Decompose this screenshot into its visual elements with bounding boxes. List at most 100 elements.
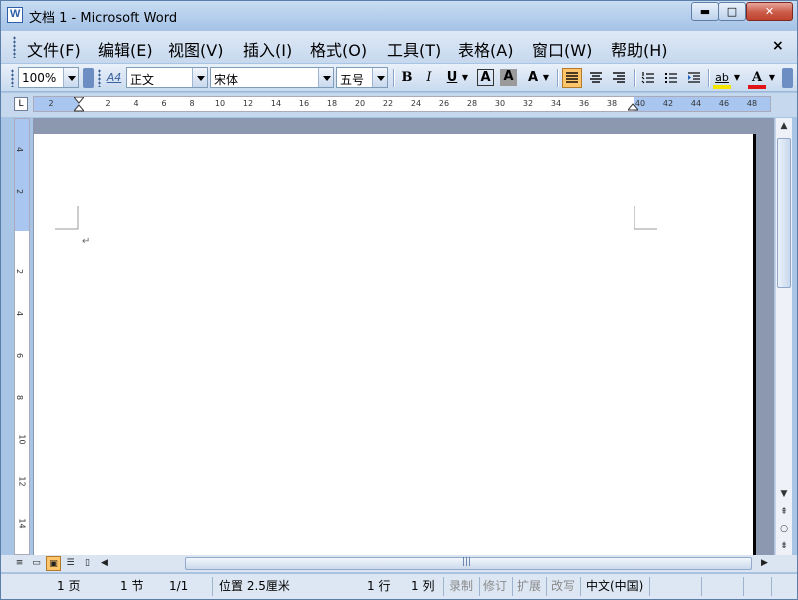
indent-markers-icon[interactable] bbox=[74, 97, 84, 115]
vertical-scrollbar[interactable]: ▲ ▼ ⇞ ○ ⇟ bbox=[775, 118, 792, 555]
status-language: 中文(中国) bbox=[586, 579, 644, 593]
h-ruler-tick-label: 38 bbox=[606, 99, 618, 108]
status-page-count: 1/1 bbox=[169, 579, 189, 593]
reading-layout-view-button[interactable]: ▯ bbox=[80, 556, 95, 571]
font-size-combo[interactable]: 五号 bbox=[336, 67, 388, 88]
h-ruler-tick-label: 8 bbox=[189, 99, 195, 108]
style-dropdown-arrow-icon[interactable] bbox=[192, 68, 207, 87]
close-document-icon[interactable]: × bbox=[772, 38, 784, 54]
minimize-button[interactable]: ▬ bbox=[691, 2, 719, 21]
horizontal-ruler[interactable]: 2 2 4 6 8 10 12 14 16 18 20 22 24 26 28 30 32 34 36 38 40 42 4… bbox=[33, 96, 771, 112]
toolbar-grip[interactable] bbox=[11, 69, 14, 87]
select-browse-object-button[interactable]: ○ bbox=[776, 521, 792, 537]
status-line: 1 行 bbox=[367, 579, 391, 593]
underline-dropdown-arrow-icon[interactable]: ▼ bbox=[460, 68, 470, 88]
toolbar-options-chevron-icon-2[interactable] bbox=[782, 68, 793, 88]
numbering-button[interactable] bbox=[638, 68, 658, 88]
status-track-changes[interactable]: 修订 bbox=[483, 577, 507, 596]
zoom-combo[interactable]: 100% bbox=[18, 67, 79, 88]
right-align-button[interactable] bbox=[609, 68, 629, 88]
left-margin-zone bbox=[34, 97, 79, 111]
next-page-button[interactable]: ⇟ bbox=[776, 538, 792, 554]
menu-help[interactable]: 帮助(H) bbox=[611, 37, 668, 61]
normal-view-button[interactable]: ≡ bbox=[12, 556, 27, 571]
h-ruler-tick-label: 46 bbox=[718, 99, 730, 108]
character-scaling-button[interactable]: A bbox=[523, 68, 543, 88]
h-ruler-tick-label: 16 bbox=[298, 99, 310, 108]
scroll-down-button[interactable]: ▼ bbox=[776, 486, 792, 502]
vertical-scroll-thumb[interactable] bbox=[777, 138, 791, 288]
status-record[interactable]: 录制 bbox=[449, 577, 473, 596]
menu-table[interactable]: 表格(A) bbox=[458, 37, 513, 61]
close-button[interactable]: ✕ bbox=[746, 2, 793, 21]
toolbar-grip-2[interactable] bbox=[98, 69, 101, 87]
status-separator bbox=[701, 577, 702, 596]
underline-button[interactable]: U bbox=[442, 68, 462, 88]
title-bar[interactable]: 文档 1 - Microsoft Word ▬ □ ✕ bbox=[1, 1, 797, 30]
styles-pane-icon[interactable]: A4 bbox=[104, 68, 124, 88]
h-ruler-tick-label: 34 bbox=[550, 99, 562, 108]
status-separator bbox=[479, 577, 480, 596]
justify-button[interactable] bbox=[562, 68, 582, 88]
status-section: 1 节 bbox=[120, 579, 144, 593]
horizontal-scroll-row: ≡ ▭ ▣ ☰ ▯ ◀ ||| ▶ bbox=[1, 555, 797, 572]
tab-selector-button[interactable]: L bbox=[14, 97, 28, 111]
character-shading-button[interactable]: A bbox=[500, 69, 517, 86]
word-app-icon[interactable] bbox=[7, 7, 23, 23]
zoom-dropdown-arrow-icon[interactable] bbox=[63, 68, 78, 87]
h-ruler-tick-label: 26 bbox=[438, 99, 450, 108]
top-right-margin-corner-icon bbox=[634, 206, 657, 230]
toolbar-options-chevron-icon[interactable] bbox=[83, 68, 94, 88]
previous-page-button[interactable]: ⇞ bbox=[776, 504, 792, 520]
status-separator bbox=[771, 577, 772, 596]
bold-button[interactable]: B bbox=[397, 68, 417, 88]
menu-format[interactable]: 格式(O) bbox=[310, 37, 367, 61]
italic-button[interactable]: I bbox=[419, 68, 439, 88]
menu-edit[interactable]: 编辑(E) bbox=[98, 37, 153, 61]
toolbar-separator bbox=[708, 69, 709, 87]
font-size-value: 五号 bbox=[340, 73, 365, 87]
menu-file[interactable]: 文件(F) bbox=[27, 37, 81, 61]
h-ruler-tick-label: 22 bbox=[382, 99, 394, 108]
vertical-ruler[interactable]: 4 2 2 4 6 8 10 12 14 bbox=[14, 118, 30, 555]
menu-tools[interactable]: 工具(T) bbox=[387, 37, 441, 61]
web-layout-view-button[interactable]: ▭ bbox=[29, 556, 44, 571]
menu-bar: 文件(F) 编辑(E) 视图(V) 插入(I) 格式(O) 工具(T) 表格(A… bbox=[1, 31, 797, 63]
scroll-right-button[interactable]: ▶ bbox=[757, 556, 772, 571]
highlight-dropdown-arrow-icon[interactable]: ▼ bbox=[732, 68, 742, 88]
scroll-up-button[interactable]: ▲ bbox=[776, 118, 792, 134]
font-color-dropdown-arrow-icon[interactable]: ▼ bbox=[767, 68, 777, 88]
bullets-button[interactable] bbox=[661, 68, 681, 88]
h-ruler-tick-label: 6 bbox=[161, 99, 167, 108]
style-combo[interactable]: 正文 bbox=[126, 67, 208, 88]
character-border-button[interactable]: A bbox=[477, 69, 494, 86]
indent-button[interactable] bbox=[684, 68, 704, 88]
font-color-swatch bbox=[748, 85, 766, 89]
top-left-margin-corner-icon bbox=[55, 206, 79, 230]
menu-window[interactable]: 窗口(W) bbox=[532, 37, 592, 61]
horizontal-scroll-thumb[interactable]: ||| bbox=[185, 557, 752, 570]
v-ruler-tick-label: 6 bbox=[15, 352, 25, 359]
menu-insert[interactable]: 插入(I) bbox=[243, 37, 292, 61]
scroll-left-button[interactable]: ◀ bbox=[97, 556, 112, 571]
maximize-button[interactable]: □ bbox=[718, 2, 746, 21]
document-page[interactable]: ↵ bbox=[34, 134, 756, 555]
v-ruler-tick-label: 2 bbox=[15, 268, 25, 275]
menu-view[interactable]: 视图(V) bbox=[168, 37, 223, 61]
font-dropdown-arrow-icon[interactable] bbox=[318, 68, 333, 87]
print-layout-view-button[interactable]: ▣ bbox=[46, 556, 61, 571]
font-combo[interactable]: 宋体 bbox=[210, 67, 334, 88]
font-size-dropdown-arrow-icon[interactable] bbox=[372, 68, 387, 87]
status-separator bbox=[580, 577, 581, 596]
h-ruler-tick-label: 28 bbox=[466, 99, 478, 108]
center-align-button[interactable] bbox=[586, 68, 606, 88]
h-ruler-tick-label: 2 bbox=[48, 99, 54, 108]
v-ruler-tick-label: 4 bbox=[15, 310, 25, 317]
h-ruler-tick-label: 32 bbox=[522, 99, 534, 108]
outline-view-button[interactable]: ☰ bbox=[63, 556, 78, 571]
status-overtype[interactable]: 改写 bbox=[551, 577, 575, 596]
character-scaling-dropdown-arrow-icon[interactable]: ▼ bbox=[541, 68, 551, 88]
status-extend[interactable]: 扩展 bbox=[517, 577, 541, 596]
status-bar: 1 页 1 节 1/1 位置 2.5厘米 1 行 1 列 录制 修订 扩展 改写… bbox=[1, 573, 797, 599]
menu-grip[interactable] bbox=[13, 36, 16, 58]
